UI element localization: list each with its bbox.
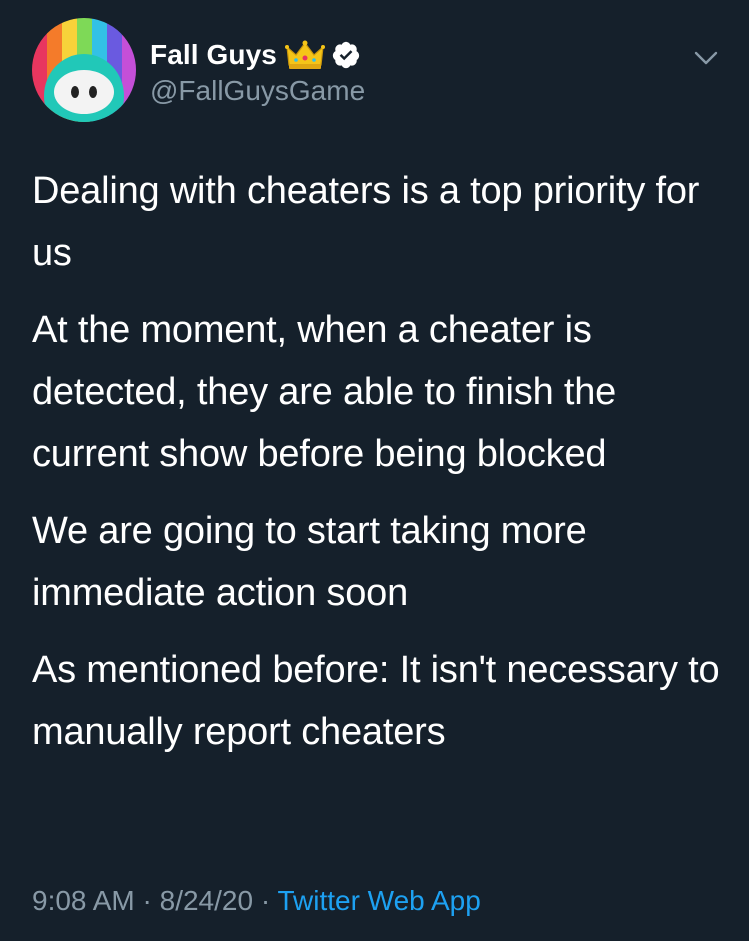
tweet-card: Fall Guys @FallGuysGame Dealing with che…: [0, 0, 749, 941]
handle[interactable]: @FallGuysGame: [150, 73, 365, 109]
tweet-meta: 9:08 AM · 8/24/20 · Twitter Web App: [32, 879, 481, 923]
tweet-source-link[interactable]: Twitter Web App: [277, 885, 480, 916]
author-names: Fall Guys @FallGuysGame: [150, 37, 365, 109]
crown-icon: [284, 39, 325, 71]
chevron-down-icon[interactable]: [690, 42, 722, 74]
meta-separator: ·: [134, 885, 160, 916]
tweet-header: Fall Guys @FallGuysGame: [32, 18, 722, 128]
avatar[interactable]: [32, 18, 136, 122]
tweet-paragraph: Dealing with cheaters is a top priority …: [32, 170, 700, 274]
verified-icon: [331, 40, 361, 70]
tweet-time[interactable]: 9:08 AM: [32, 885, 135, 916]
fall-guys-avatar-icon: [32, 18, 136, 122]
meta-separator: ·: [253, 885, 278, 916]
display-name[interactable]: Fall Guys: [150, 37, 277, 73]
tweet-date[interactable]: 8/24/20: [160, 885, 253, 916]
tweet-paragraph: As mentioned before: It isn't necessary …: [32, 649, 720, 753]
tweet-paragraph: At the moment, when a cheater is detecte…: [32, 309, 617, 475]
tweet-paragraph: We are going to start taking more immedi…: [32, 510, 587, 614]
tweet-text: Dealing with cheaters is a top priority …: [32, 160, 722, 778]
display-name-row: Fall Guys: [150, 37, 365, 73]
